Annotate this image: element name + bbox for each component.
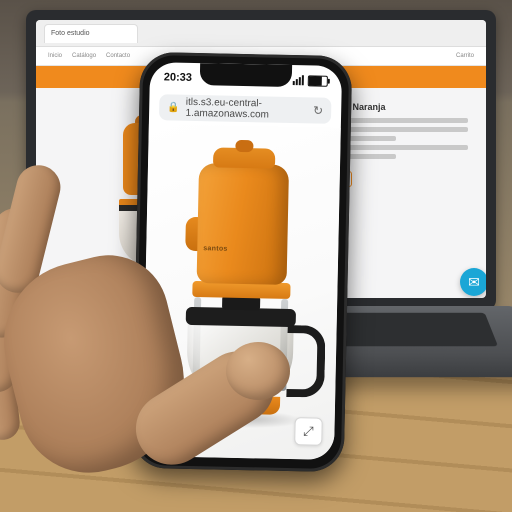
cart-link[interactable]: Carrito (456, 53, 474, 59)
nav-link[interactable]: Contacto (106, 53, 130, 59)
chat-widget-button[interactable]: ✉ (460, 268, 486, 296)
address-bar[interactable]: 🔒 itls.s3.eu-central-1.amazonaws.com ↻ (159, 94, 332, 124)
fullscreen-button[interactable]: ⤢ (294, 417, 323, 446)
status-time: 20:33 (164, 71, 192, 84)
battery-icon (308, 75, 328, 86)
browser-tab[interactable]: Foto estudio (44, 24, 138, 43)
phone-notch (200, 63, 292, 87)
nav-link[interactable]: Inicio (48, 53, 62, 59)
signal-icon (293, 75, 304, 85)
photo-scene: Foto estudio Inicio Catálogo Contacto Ca… (0, 0, 512, 512)
lock-icon: 🔒 (167, 102, 180, 113)
url-host: itls.s3.eu-central-1.amazonaws.com (185, 97, 307, 122)
coffee-maker-3d[interactable]: santos (164, 146, 320, 421)
expand-icon: ⤢ (303, 423, 314, 439)
smartphone: 20:33 🔒 itls.s3.eu-central-1.amazonaws.c… (132, 52, 353, 472)
chat-icon: ✉ (468, 274, 480, 291)
reload-icon[interactable]: ↻ (313, 103, 323, 117)
product-3d-viewer[interactable]: santos ⤢ (142, 124, 341, 460)
browser-tabbar: Foto estudio (36, 20, 486, 47)
brand-label: santos (203, 245, 228, 253)
phone-screen[interactable]: 20:33 🔒 itls.s3.eu-central-1.amazonaws.c… (142, 62, 342, 460)
nav-link[interactable]: Catálogo (72, 53, 96, 59)
